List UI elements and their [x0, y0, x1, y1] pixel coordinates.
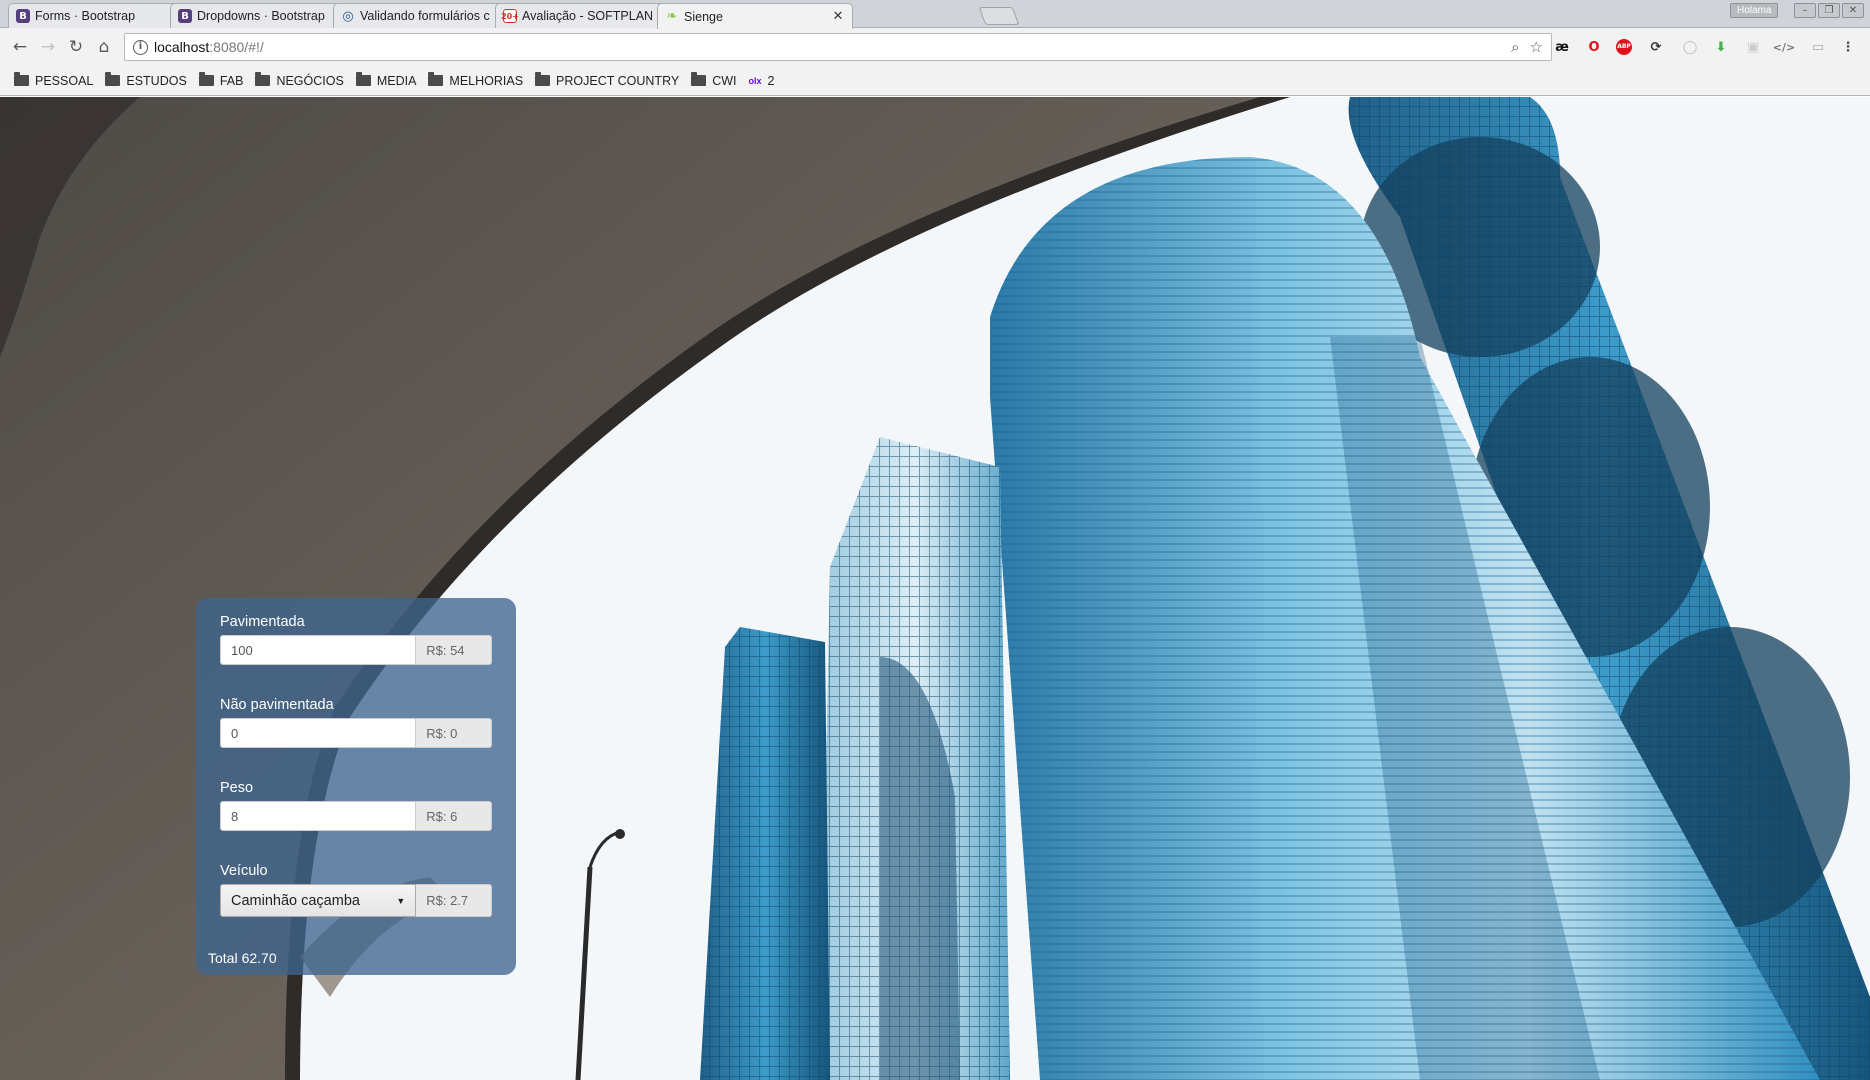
tab-strip: B Forms · Bootstrap ✕ B Dropdowns · Boot… [0, 0, 1870, 29]
close-icon[interactable]: ✕ [832, 9, 844, 24]
reload-icon[interactable]: ↻ [62, 33, 90, 61]
nao-pavimentada-input[interactable]: 0 [220, 718, 417, 748]
bookmark-cwi[interactable]: CWI [691, 72, 737, 88]
back-icon[interactable]: ← [6, 33, 34, 61]
page-viewport: Pavimentada 100 R$: 54 Não pavimentada 0… [0, 97, 1870, 1080]
folder-icon [535, 72, 551, 86]
field-pavimentada: Pavimentada 100 R$: 54 [220, 612, 492, 695]
window-extension-icon[interactable]: ▣ [1743, 37, 1763, 57]
minimize-icon[interactable]: – [1794, 3, 1816, 18]
bookmark-label: FAB [219, 73, 244, 88]
bookmark-melhorias[interactable]: MELHORIAS [428, 72, 524, 88]
tab-title: Dropdowns · Bootstrap [197, 9, 325, 23]
bookmark-olx[interactable]: olx 2 [749, 74, 775, 88]
peso-price: R$: 6 [416, 801, 492, 831]
bookmark-pessoal[interactable]: PESSOAL [14, 72, 94, 88]
info-icon[interactable]: i [133, 39, 148, 55]
folder-icon [105, 72, 121, 86]
code-extension-icon[interactable]: </> [1773, 37, 1795, 57]
bookmark-label: CWI [712, 73, 737, 88]
profile-badge[interactable]: Holama [1730, 3, 1779, 18]
bookmarks-bar: PESSOAL ESTUDOS FAB NEGÓCIOS MEDIA MELHO… [0, 66, 1870, 96]
tab-title: Forms · Bootstrap [35, 9, 136, 23]
bookmark-label: PESSOAL [35, 73, 94, 88]
bookmark-label: 2 [767, 73, 775, 88]
bootstrap-icon: B [16, 9, 30, 23]
leaf-icon: ❧ [666, 9, 678, 24]
tab-title: Validando formulários c [360, 9, 490, 23]
tab-title: Sienge [684, 9, 723, 24]
maximize-icon[interactable]: ❐ [1818, 3, 1840, 18]
peso-label: Peso [220, 780, 254, 796]
bootstrap-icon: B [178, 9, 192, 23]
nao-pavimentada-price: R$: 0 [416, 718, 492, 748]
folder-icon [428, 72, 444, 86]
home-icon[interactable]: ⌂ [90, 33, 118, 61]
veiculo-label: Veículo [220, 863, 268, 879]
total-value: 62.70 [241, 950, 277, 966]
opera-extension-icon[interactable]: O [1584, 37, 1604, 57]
pavimentada-price: R$: 54 [416, 635, 492, 665]
circle-extension-icon[interactable]: ◯ [1680, 37, 1700, 57]
download-extension-icon[interactable]: ⬇ [1711, 37, 1731, 57]
folder-icon [255, 72, 271, 86]
address-path: :8080/#!/ [209, 39, 264, 55]
folder-icon [691, 72, 707, 86]
menu-icon[interactable]: ⋮ [1838, 37, 1858, 57]
field-veiculo: Veículo Caminhão caçamba ▼ R$: 2.7 [220, 861, 492, 944]
adblock-icon[interactable]: ABP [1614, 37, 1634, 57]
pavimentada-label: Pavimentada [220, 614, 305, 630]
veiculo-price: R$: 2.7 [416, 884, 492, 917]
folder-icon [198, 72, 214, 86]
total-line: Total 62.70 [208, 950, 277, 966]
peso-input[interactable]: 8 [220, 801, 417, 831]
bookmark-negocios[interactable]: NEGÓCIOS [255, 72, 344, 88]
field-nao-pavimentada: Não pavimentada 0 R$: 0 [220, 695, 492, 778]
tab-title: Avaliação - SOFTPLAN - [522, 9, 661, 23]
chevron-down-icon: ▼ [396, 895, 406, 906]
folder-icon [355, 72, 371, 86]
star-icon[interactable]: ☆ [1530, 38, 1543, 56]
sync-extension-icon[interactable]: ⟳ [1646, 37, 1666, 57]
bookmark-label: PROJECT COUNTRY [556, 73, 680, 88]
ae-extension-icon[interactable]: æ [1552, 37, 1572, 57]
bookmark-media[interactable]: MEDIA [355, 72, 417, 88]
forward-icon[interactable]: → [34, 33, 62, 61]
tab-sienge[interactable]: ❧ Sienge ✕ [657, 3, 853, 29]
freight-form-panel: Pavimentada 100 R$: 54 Não pavimentada 0… [196, 598, 516, 975]
bookmark-fab[interactable]: FAB [198, 72, 244, 88]
site-icon: ◎ [342, 8, 354, 24]
veiculo-select[interactable]: Caminhão caçamba ▼ [220, 884, 417, 917]
bookmark-estudos[interactable]: ESTUDOS [105, 72, 187, 88]
bookmark-label: MELHORIAS [449, 73, 524, 88]
folder-icon [14, 72, 29, 86]
pavimentada-input[interactable]: 100 [220, 635, 417, 665]
search-icon[interactable]: ⌕ [1511, 38, 1519, 56]
nao-pavimentada-label: Não pavimentada [220, 697, 334, 713]
veiculo-selected: Caminhão caçamba [231, 892, 360, 909]
bookmark-label: MEDIA [376, 73, 417, 88]
battery-extension-icon[interactable]: ▭ [1808, 37, 1828, 57]
bookmark-project-country[interactable]: PROJECT COUNTRY [535, 72, 680, 88]
address-bar[interactable]: i localhost:8080/#!/ ⌕ ☆ [124, 33, 1552, 61]
bookmark-label: ESTUDOS [126, 73, 187, 88]
bookmark-label: NEGÓCIOS [276, 73, 344, 88]
address-host: localhost [154, 39, 210, 55]
new-tab-button[interactable] [978, 7, 1020, 25]
field-peso: Peso 8 R$: 6 [220, 778, 492, 861]
toolbar: ← → ↻ ⌂ i localhost:8080/#!/ ⌕ ☆ æ O ABP… [0, 28, 1870, 66]
close-window-icon[interactable]: ✕ [1842, 3, 1864, 18]
olx-icon: olx [748, 75, 762, 86]
gmail-icon: 20+ [501, 9, 519, 23]
total-label: Total [208, 950, 238, 966]
